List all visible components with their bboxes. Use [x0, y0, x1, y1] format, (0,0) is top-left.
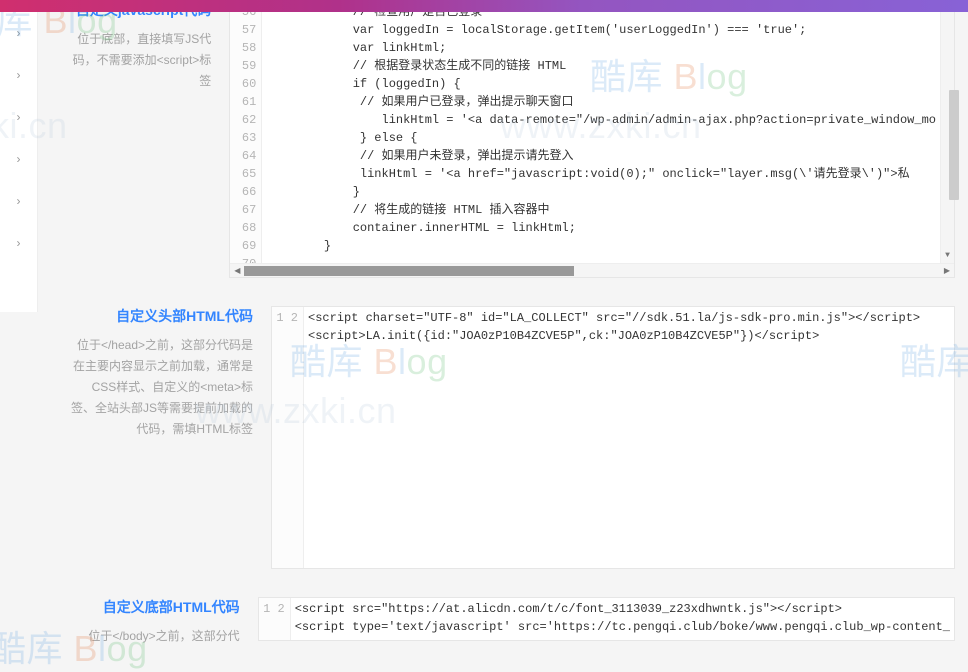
chevron-right-icon[interactable]: ›: [0, 12, 37, 54]
line-gutter: 1 2: [259, 598, 291, 640]
code-editor-head[interactable]: 1 2 <script charset="UTF-8" id="LA_COLLE…: [271, 306, 955, 569]
chevron-right-icon[interactable]: ›: [0, 222, 37, 264]
scroll-down-icon[interactable]: ▼: [945, 249, 950, 263]
section-label: 自定义javascript代码 位于底部，直接填写JS代码，不需要添加<scri…: [38, 0, 221, 278]
code-editor-js[interactable]: 56 57 58 59 60 61 62 63 64 65 66 67 68 6…: [229, 0, 955, 278]
gradient-topbar: [0, 0, 968, 12]
section-desc: 位于底部，直接填写JS代码，不需要添加<script>标签: [68, 29, 211, 92]
left-sidebar: › › › › › ›: [0, 12, 38, 312]
chevron-right-icon[interactable]: ›: [0, 96, 37, 138]
chevron-right-icon[interactable]: ›: [0, 138, 37, 180]
section-desc: 位于</head>之前，这部分代码是在主要内容显示之前加载，通常是CSS样式、自…: [68, 335, 253, 440]
scroll-left-icon[interactable]: ◀: [230, 266, 244, 276]
code-area[interactable]: <script src="https://at.alicdn.com/t/c/f…: [291, 598, 954, 640]
chevron-right-icon[interactable]: ›: [0, 54, 37, 96]
section-title: 自定义头部HTML代码: [68, 306, 253, 327]
scroll-thumb[interactable]: [949, 90, 959, 200]
vertical-scrollbar[interactable]: ▲ ▼: [940, 1, 954, 263]
section-custom-foot: 自定义底部HTML代码 位于</body>之前，这部分代 1 2 <script…: [38, 597, 968, 647]
horizontal-scrollbar[interactable]: ◀ ▶: [230, 263, 954, 277]
section-label: 自定义头部HTML代码 位于</head>之前，这部分代码是在主要内容显示之前加…: [38, 306, 263, 569]
code-area[interactable]: // 检查用户是否已登录 var loggedIn = localStorage…: [262, 1, 940, 263]
scroll-right-icon[interactable]: ▶: [940, 266, 954, 276]
line-gutter: 1 2: [272, 307, 304, 568]
section-desc: 位于</body>之前，这部分代: [68, 626, 240, 647]
scroll-thumb[interactable]: [244, 266, 574, 276]
section-custom-head: 自定义头部HTML代码 位于</head>之前，这部分代码是在主要内容显示之前加…: [38, 306, 968, 569]
line-gutter: 56 57 58 59 60 61 62 63 64 65 66 67 68 6…: [230, 1, 262, 263]
section-label: 自定义底部HTML代码 位于</body>之前，这部分代: [38, 597, 250, 647]
section-custom-js: 自定义javascript代码 位于底部，直接填写JS代码，不需要添加<scri…: [38, 0, 968, 278]
code-area[interactable]: <script charset="UTF-8" id="LA_COLLECT" …: [304, 307, 954, 568]
section-title: 自定义底部HTML代码: [68, 597, 240, 618]
code-editor-foot[interactable]: 1 2 <script src="https://at.alicdn.com/t…: [258, 597, 955, 641]
chevron-right-icon[interactable]: ›: [0, 180, 37, 222]
